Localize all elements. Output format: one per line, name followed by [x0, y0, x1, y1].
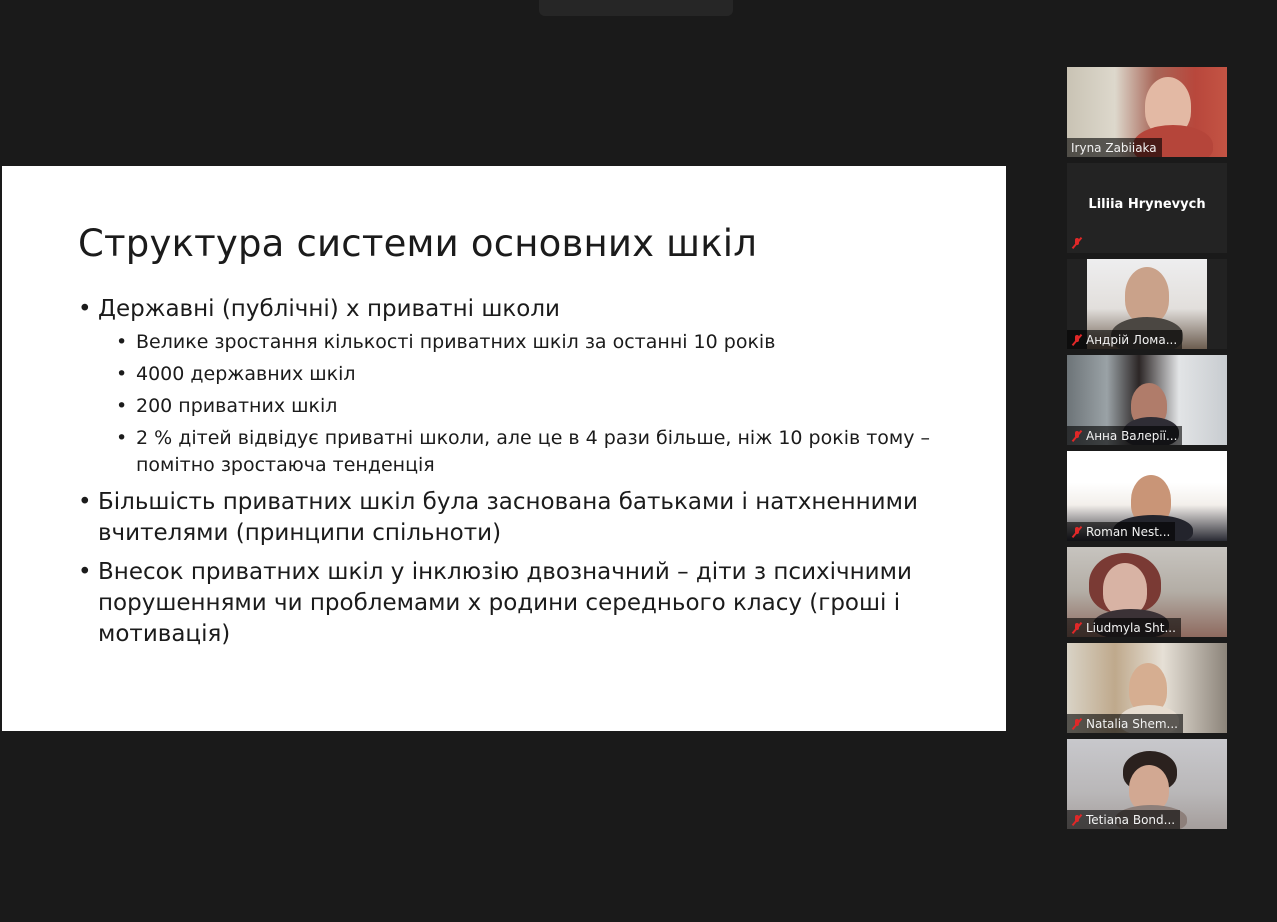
participant-name: Natalia Shem...: [1086, 716, 1178, 731]
participant-name-tag: Roman Nest...: [1067, 522, 1176, 541]
slide-bullet-list: Державні (публічні) х приватні школи Вел…: [78, 294, 978, 658]
sub-bullet-item: 4000 державних шкіл: [116, 361, 978, 388]
participant-tile[interactable]: Natalia Shem...: [1067, 643, 1227, 733]
sub-bullet-item: 200 приватних шкіл: [116, 393, 978, 420]
microphone-muted-icon: [1071, 814, 1083, 826]
microphone-muted-icon: [1071, 237, 1083, 249]
participant-name: Iryna Zabiiaka: [1071, 140, 1157, 155]
slide-title: Структура системи основних шкіл: [78, 222, 758, 265]
sub-bullet-item: Велике зростання кількості приватних шкі…: [116, 329, 978, 356]
participant-name: Анна Валерії...: [1086, 428, 1178, 443]
microphone-muted-icon: [1071, 526, 1083, 538]
microphone-muted-icon: [1071, 622, 1083, 634]
microphone-muted-icon: [1071, 334, 1083, 346]
bullet-text: Внесок приватних шкіл у інклюзію двознач…: [98, 559, 912, 647]
participant-name-tag: Анна Валерії...: [1067, 426, 1183, 445]
participant-name: Roman Nest...: [1086, 524, 1171, 539]
participant-tile[interactable]: Анна Валерії...: [1067, 355, 1227, 445]
participant-tile[interactable]: Liliia Hrynevych: [1067, 163, 1227, 253]
participant-tile[interactable]: Roman Nest...: [1067, 451, 1227, 541]
bullet-item: Більшість приватних шкіл була заснована …: [78, 487, 978, 549]
participant-name-tag: Tetiana Bond...: [1067, 810, 1181, 829]
bullet-item: Державні (публічні) х приватні школи Вел…: [78, 294, 978, 479]
participant-tile[interactable]: Андрій Лома...: [1067, 259, 1227, 349]
participant-tile[interactable]: Iryna Zabiiaka: [1067, 67, 1227, 157]
participant-tile[interactable]: Tetiana Bond...: [1067, 739, 1227, 829]
participant-name-tag: Андрій Лома...: [1067, 330, 1183, 349]
meeting-window: Структура системи основних шкіл Державні…: [0, 0, 1277, 922]
participant-name-tag: Liudmyla Sht...: [1067, 618, 1181, 637]
bullet-item: Внесок приватних шкіл у інклюзію двознач…: [78, 557, 978, 650]
microphone-muted-icon: [1071, 430, 1083, 442]
participant-name-tag: Natalia Shem...: [1067, 714, 1183, 733]
top-toolbar-handle[interactable]: [539, 0, 733, 16]
participant-name: Liudmyla Sht...: [1086, 620, 1176, 635]
participant-name: Tetiana Bond...: [1086, 812, 1176, 827]
bullet-text: Державні (публічні) х приватні школи: [98, 296, 560, 322]
participant-tile[interactable]: Liudmyla Sht...: [1067, 547, 1227, 637]
sub-bullet-list: Велике зростання кількості приватних шкі…: [98, 329, 978, 479]
participant-name: Liliia Hrynevych: [1088, 197, 1206, 212]
participant-name-tag: Iryna Zabiiaka: [1067, 138, 1162, 157]
sub-bullet-item: 2 % дітей відвідує приватні школи, але ц…: [116, 425, 978, 479]
participant-name: Андрій Лома...: [1086, 332, 1178, 347]
participant-gallery: Iryna Zabiiaka Liliia Hrynevych Андрій Л…: [1067, 67, 1227, 835]
microphone-muted-icon: [1071, 718, 1083, 730]
bullet-text: Більшість приватних шкіл була заснована …: [98, 489, 918, 546]
